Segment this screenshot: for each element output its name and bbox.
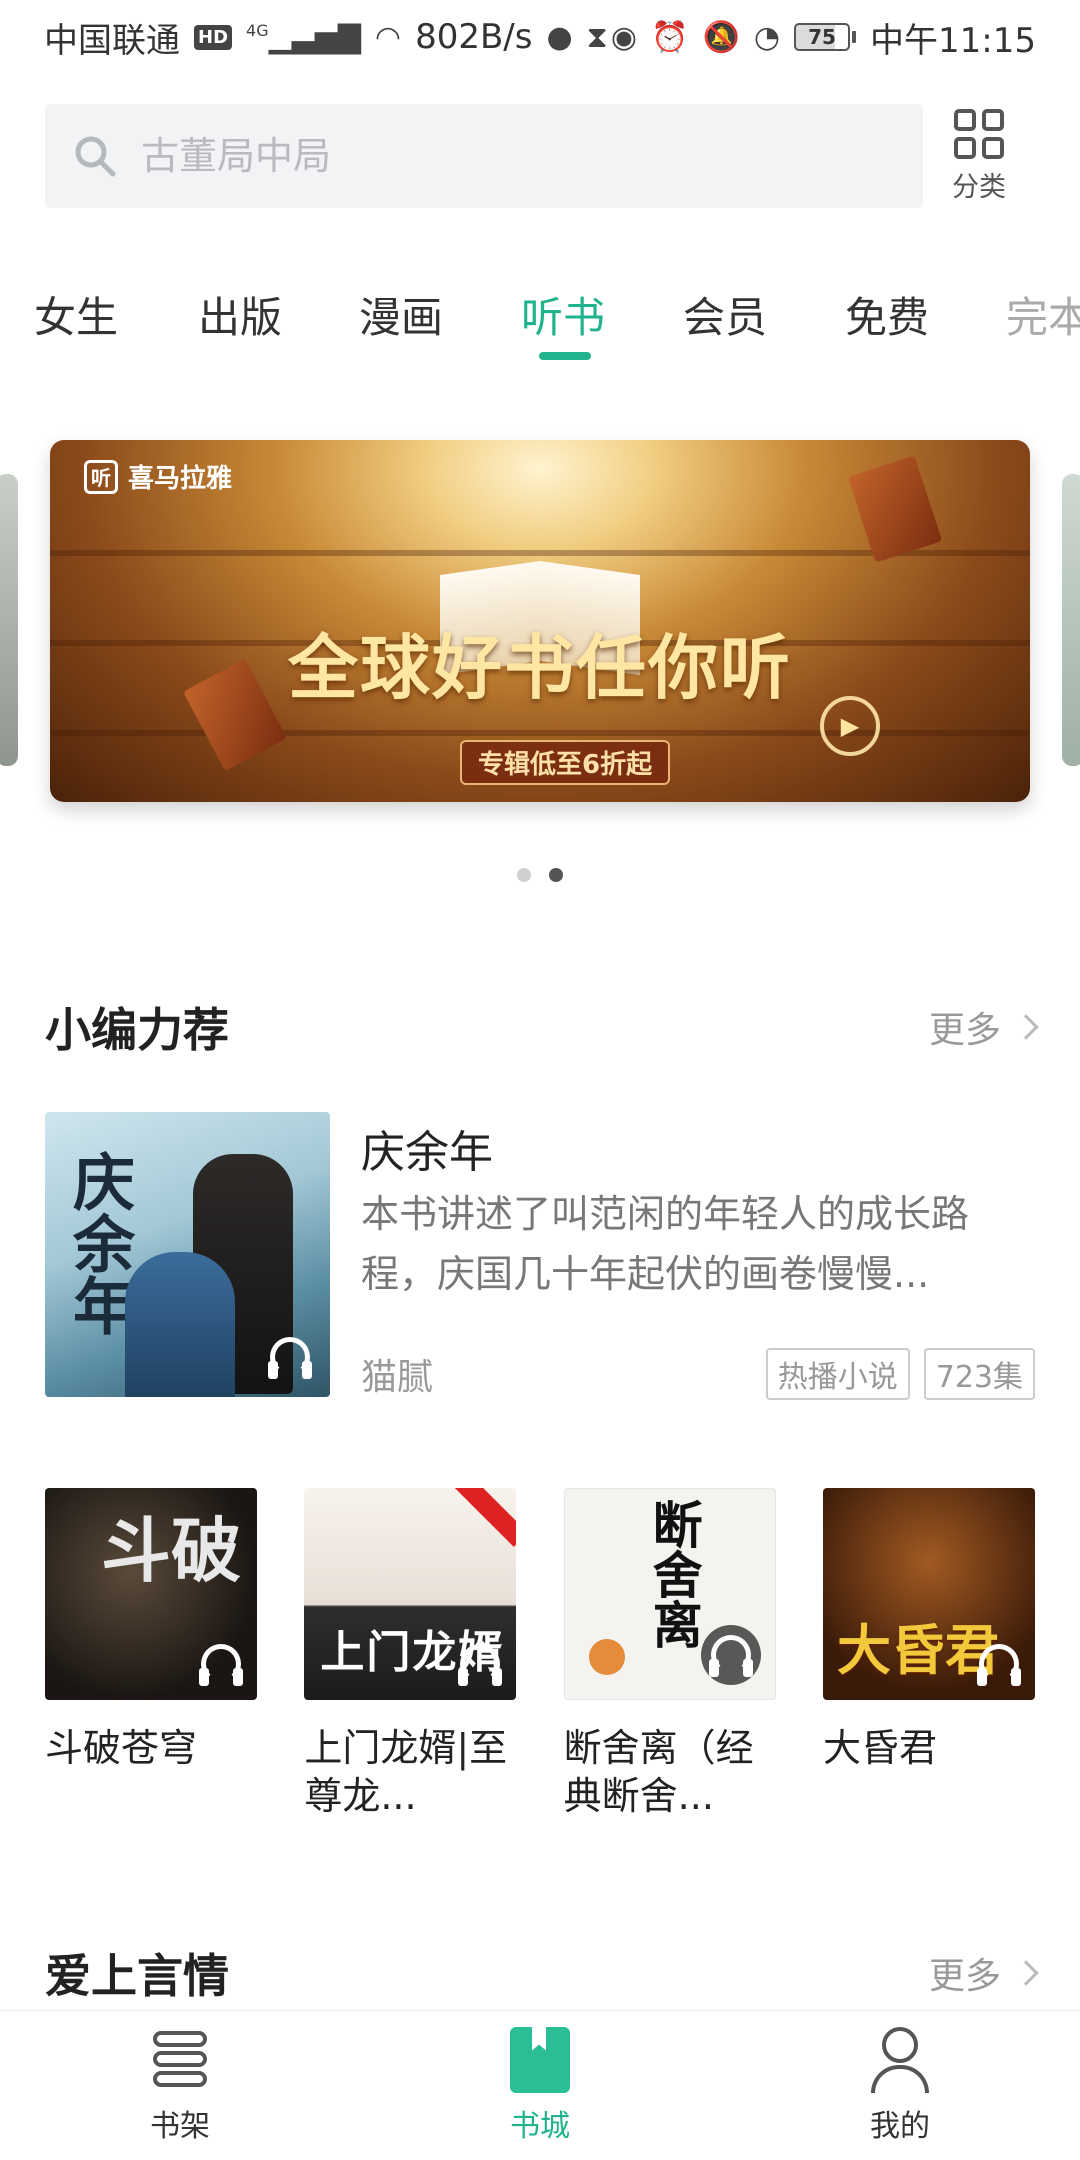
category-button[interactable]: 分类 [923, 104, 1035, 208]
more-link[interactable]: 更多 [928, 1001, 1039, 1053]
headphone-icon [975, 1640, 1023, 1688]
book-item[interactable]: 断舍离 断舍离（经典断舍... [563, 1488, 776, 1820]
chevron-right-icon [1013, 1014, 1039, 1040]
book-title: 大昏君 [822, 1726, 937, 1770]
ximalaya-logo: 听 喜马拉雅 [84, 458, 232, 495]
wifi-icon: ◠ [374, 19, 402, 55]
tab-membership[interactable]: 会员 [683, 284, 767, 345]
headphone-icon [456, 1640, 504, 1688]
tab-publishing[interactable]: 出版 [198, 284, 282, 345]
status-bar: 中国联通 HD 4G▁▃▅▇ ◠ 802B/s ● ⧗ ◉ ⏰ 🔕 ◔ 75 中… [0, 0, 1080, 74]
book-cover[interactable]: 斗破 [45, 1488, 257, 1700]
category-label: 分类 [952, 171, 1006, 203]
featured-description: 本书讲述了叫范闲的年轻人的成长路程，庆国几十年起伏的画卷慢慢... [361, 1192, 970, 1296]
next-banner-peek[interactable] [1062, 474, 1080, 766]
network-speed: 802B/s [415, 17, 533, 57]
clock: 中午11:15 [870, 20, 1036, 61]
tab-comics[interactable]: 漫画 [359, 284, 443, 345]
search-icon [75, 136, 116, 177]
more-link[interactable]: 更多 [928, 1947, 1039, 1999]
search-input[interactable] [141, 134, 881, 178]
book-item[interactable]: 斗破 斗破苍穹 [45, 1488, 257, 1820]
book-item[interactable]: 大昏君 大昏君 [822, 1488, 1035, 1820]
eye-icon: ◉ [610, 19, 638, 55]
section-header-editor-picks: 小编力荐 更多 [45, 994, 1039, 1060]
banner-headline: 全球好书任你听 [288, 627, 792, 709]
nav-bookshelf[interactable]: 书架 [100, 2027, 260, 2145]
tag-row: 热播小说 723集 [765, 1348, 1035, 1400]
category-tabs: 女生 出版 漫画 听书 会员 免费 完本 [0, 272, 1080, 362]
active-tab-indicator [539, 352, 591, 360]
user-icon [867, 2026, 933, 2093]
book-title: 断舍离（经典断舍... [563, 1726, 754, 1818]
network-type: 4G [246, 20, 269, 40]
more-label: 更多 [928, 1956, 1001, 1997]
featured-title: 庆余年 [361, 1127, 493, 1178]
featured-book-card[interactable]: 庆余年 庆余年 本书讲述了叫范闲的年轻人的成长路程，庆国几十年起伏的画卷慢慢..… [45, 1112, 1035, 1400]
book-item[interactable]: 上门龙婿 上门龙婿|至尊龙... [304, 1488, 517, 1820]
section-title: 爱上言情 [45, 1949, 229, 2003]
section-header-romance: 爱上言情 更多 [45, 1940, 1039, 2006]
tag-genre: 热播小说 [765, 1348, 910, 1400]
nav-label: 我的 [870, 2108, 930, 2144]
grid-icon [954, 108, 1004, 159]
book-cover[interactable]: 断舍离 [563, 1488, 776, 1700]
battery-level: 75 [808, 25, 836, 49]
book-title: 斗破苍穹 [45, 1726, 198, 1770]
battery-body: 75 [794, 23, 851, 51]
bottom-navigation: 书架 书城 我的 [0, 2010, 1080, 2160]
logo-mark: 听 [84, 459, 118, 494]
logo-text: 喜马拉雅 [128, 464, 233, 494]
nav-label: 书架 [150, 2108, 210, 2144]
panda-app-icon: ● [546, 19, 573, 55]
headphone-icon [707, 1631, 755, 1679]
cover-title-art: 斗破 [101, 1510, 241, 1592]
nav-bookstore[interactable]: 书城 [460, 2026, 620, 2145]
headphone-icon [197, 1640, 245, 1688]
featured-author: 猫腻 [361, 1357, 434, 1398]
carousel-dots [0, 868, 1080, 882]
bookshelf-icon [147, 2027, 213, 2093]
banner-slide[interactable]: 听 喜马拉雅 全球好书任你听 专辑低至6折起 ▶ [50, 440, 1030, 802]
battery-icon: 75 [794, 23, 857, 51]
section-title: 小编力荐 [45, 1003, 229, 1057]
headphone-icon [266, 1333, 314, 1381]
banner-carousel[interactable]: 听 喜马拉雅 全球好书任你听 专辑低至6折起 ▶ [0, 440, 1080, 802]
featured-cover[interactable]: 庆余年 [45, 1112, 330, 1397]
tag-episodes: 723集 [923, 1348, 1035, 1400]
more-label: 更多 [928, 1010, 1001, 1051]
speed-gauge-icon: ◔ [753, 19, 781, 55]
tab-free[interactable]: 免费 [845, 284, 929, 345]
banner-subline: 专辑低至6折起 [460, 740, 671, 785]
carrier-name: 中国联通 [44, 20, 180, 61]
book-title: 上门龙婿|至尊龙... [304, 1726, 508, 1818]
book-cover[interactable]: 上门龙婿 [304, 1488, 517, 1700]
hourglass-icon: ⧗ [586, 19, 608, 55]
signal-icon: 4G▁▃▅▇ [246, 19, 361, 55]
chevron-right-icon [1013, 1960, 1039, 1986]
tab-completed[interactable]: 完本 [1006, 284, 1080, 345]
book-grid: 斗破 斗破苍穹 上门龙婿 上门龙婿|至尊龙... 断舍离 断舍离（经典断舍...… [45, 1488, 1035, 1820]
tab-female[interactable]: 女生 [34, 284, 118, 345]
official-ribbon [450, 1488, 517, 1547]
carousel-dot[interactable] [517, 868, 531, 882]
prev-banner-peek[interactable] [0, 474, 18, 766]
search-row: 分类 [45, 104, 1035, 208]
status-right: ◉ ⏰ 🔕 ◔ 75 中午11:15 [611, 13, 1036, 62]
mute-icon: 🔕 [702, 19, 740, 55]
carousel-dot-active[interactable] [549, 868, 563, 882]
nav-profile[interactable]: 我的 [820, 2026, 980, 2145]
cover-title-art: 庆余年 [62, 1150, 135, 1336]
status-left: 中国联通 HD 4G▁▃▅▇ ◠ 802B/s ● ⧗ [44, 13, 608, 62]
tab-audiobooks[interactable]: 听书 [521, 284, 605, 345]
bookstore-icon [510, 2026, 570, 2093]
hd-badge: HD [194, 24, 233, 50]
book-cover[interactable]: 大昏君 [822, 1488, 1035, 1700]
flying-book-image [847, 455, 943, 563]
alarm-icon: ⏰ [651, 19, 689, 55]
cover-title-art: 断舍离 [644, 1499, 703, 1649]
search-box[interactable] [45, 104, 923, 208]
play-icon: ▶ [820, 696, 880, 756]
nav-label: 书城 [510, 2108, 570, 2144]
